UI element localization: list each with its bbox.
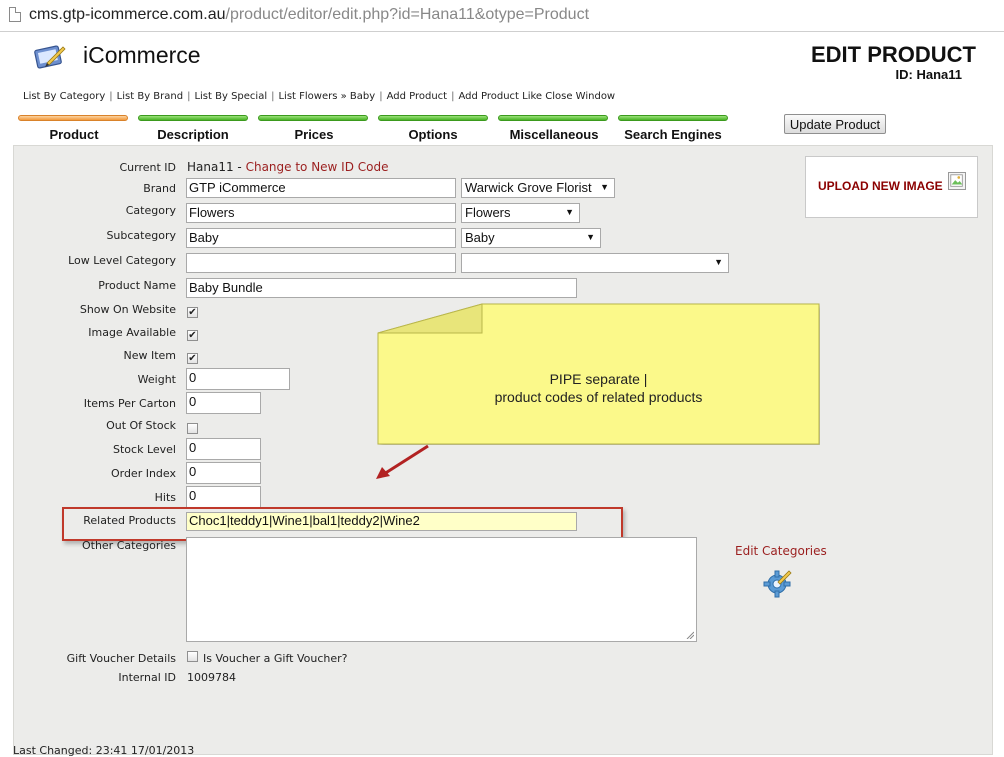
address-bar[interactable]: cms.gtp-icommerce.com.au/product/editor/… (0, 0, 1004, 32)
link-list-by-category[interactable]: List By Category (23, 91, 105, 102)
order-index-input[interactable]: 0 (186, 462, 261, 484)
link-add-product[interactable]: Add Product (387, 91, 448, 102)
product-name-label: Product Name (98, 279, 176, 292)
product-id-heading: ID: Hana11 (895, 67, 962, 82)
tab-indicator-search-engines (618, 115, 728, 121)
link-close-window[interactable]: Close Window (545, 91, 615, 102)
internal-id-label: Internal ID (118, 671, 176, 684)
quick-links-bar: List By Category | List By Brand | List By S… (23, 91, 615, 102)
callout-line-1: PIPE separate | (549, 371, 648, 387)
arrow-icon (376, 444, 429, 479)
tab-indicator-miscellaneous (498, 115, 608, 121)
upload-new-image-link[interactable]: UPLOAD NEW IMAGE (818, 179, 943, 193)
update-product-button[interactable]: Update Product (784, 114, 886, 134)
tab-search-engines[interactable]: Search Engines (615, 127, 731, 142)
change-id-link[interactable]: Change to New ID Code (246, 160, 389, 174)
dropdown-arrow-icon: ▼ (586, 232, 595, 242)
logo-icon (34, 45, 66, 69)
link-separator: | (271, 91, 275, 102)
tab-miscellaneous[interactable]: Miscellaneous (496, 127, 612, 142)
link-separator: | (451, 91, 455, 102)
hits-input[interactable]: 0 (186, 486, 261, 508)
page-title: EDIT PRODUCT (811, 42, 976, 67)
subcategory-input[interactable]: Baby (186, 228, 456, 248)
url-host: cms.gtp-icommerce.com.au (29, 6, 226, 23)
broken-image-glyph (950, 174, 963, 187)
link-list-by-brand[interactable]: List By Brand (117, 91, 183, 102)
items-per-carton-label: Items Per Carton (83, 397, 176, 410)
callout-text: PIPE separate | product codes of related… (377, 370, 820, 406)
tab-description[interactable]: Description (135, 127, 251, 142)
low-level-category-select[interactable]: ▼ (461, 253, 729, 273)
subcategory-label: Subcategory (106, 229, 176, 242)
brand-input[interactable]: GTP iCommerce (186, 178, 456, 198)
upload-image-box: UPLOAD NEW IMAGE (805, 156, 978, 218)
gift-voucher-checkbox-label: Is Voucher a Gift Voucher? (203, 652, 348, 665)
category-select-value: Flowers (465, 205, 511, 220)
url-text[interactable]: cms.gtp-icommerce.com.au/product/editor/… (29, 6, 589, 24)
link-list-flowers-baby[interactable]: List Flowers » Baby (278, 91, 375, 102)
order-index-label: Order Index (110, 467, 176, 480)
category-select[interactable]: Flowers ▼ (461, 203, 580, 223)
other-categories-label: Other Categories (81, 539, 176, 552)
gear-icon[interactable] (762, 568, 792, 598)
tab-indicator-description (138, 115, 248, 121)
weight-input[interactable]: 0 (186, 368, 290, 390)
hits-label: Hits (154, 491, 176, 504)
tab-indicator-product (18, 115, 128, 121)
page-icon (9, 7, 21, 22)
edit-categories-link[interactable]: Edit Categories (735, 544, 827, 558)
weight-label: Weight (137, 373, 176, 386)
tab-indicator-prices (258, 115, 368, 121)
subcategory-select[interactable]: Baby ▼ (461, 228, 601, 248)
broken-image-icon (948, 172, 966, 190)
related-products-highlight (62, 507, 623, 541)
current-id-text: Hana11 (187, 160, 234, 174)
stock-level-label: Stock Level (113, 443, 176, 456)
category-input[interactable]: Flowers (186, 203, 456, 223)
link-list-by-special[interactable]: List By Special (194, 91, 267, 102)
subcategory-select-value: Baby (465, 230, 495, 245)
dropdown-arrow-icon: ▼ (714, 257, 723, 267)
show-on-website-checkbox[interactable]: ✔ (187, 307, 198, 318)
current-id-value: Hana11 - Change to New ID Code (187, 160, 389, 174)
items-per-carton-input[interactable]: 0 (186, 392, 261, 414)
brand-label: Brand (143, 182, 176, 195)
stock-level-input[interactable]: 0 (186, 438, 261, 460)
tab-prices[interactable]: Prices (256, 127, 372, 142)
url-path: /product/editor/edit.php?id=Hana11&otype… (225, 6, 590, 23)
gift-voucher-checkbox[interactable] (187, 651, 198, 662)
product-name-input[interactable]: Baby Bundle (186, 278, 577, 298)
new-item-checkbox[interactable]: ✔ (187, 353, 198, 364)
low-level-category-label: Low Level Category (68, 254, 176, 267)
other-categories-textarea[interactable] (186, 537, 697, 642)
dropdown-arrow-icon: ▼ (565, 207, 574, 217)
low-level-category-input[interactable] (186, 253, 456, 273)
tab-product[interactable]: Product (16, 127, 132, 142)
tab-indicator-options (378, 115, 488, 121)
current-id-label: Current ID (119, 161, 176, 174)
tab-options[interactable]: Options (375, 127, 491, 142)
callout-line-2: product codes of related products (494, 389, 703, 405)
gift-voucher-label: Gift Voucher Details (66, 652, 176, 665)
category-label: Category (125, 204, 176, 217)
brand-select-value: Warwick Grove Florist (465, 180, 592, 195)
link-separator: | (109, 91, 113, 102)
brand-select[interactable]: Warwick Grove Florist ▼ (461, 178, 615, 198)
new-item-label: New Item (123, 349, 176, 362)
resize-icon[interactable] (686, 631, 694, 639)
image-available-label: Image Available (88, 326, 176, 339)
last-changed-text: Last Changed: 23:41 17/01/2013 (13, 744, 195, 757)
link-separator: | (379, 91, 383, 102)
image-available-checkbox[interactable]: ✔ (187, 330, 198, 341)
out-of-stock-label: Out Of Stock (106, 419, 176, 432)
dropdown-arrow-icon: ▼ (600, 182, 609, 192)
internal-id-value: 1009784 (187, 671, 236, 684)
app-title: iCommerce (83, 42, 201, 68)
out-of-stock-checkbox[interactable] (187, 423, 198, 434)
link-separator: | (187, 91, 191, 102)
link-add-product-like[interactable]: Add Product Like (458, 91, 542, 102)
current-id-separator: - (233, 160, 246, 174)
show-on-website-label: Show On Website (79, 303, 176, 316)
